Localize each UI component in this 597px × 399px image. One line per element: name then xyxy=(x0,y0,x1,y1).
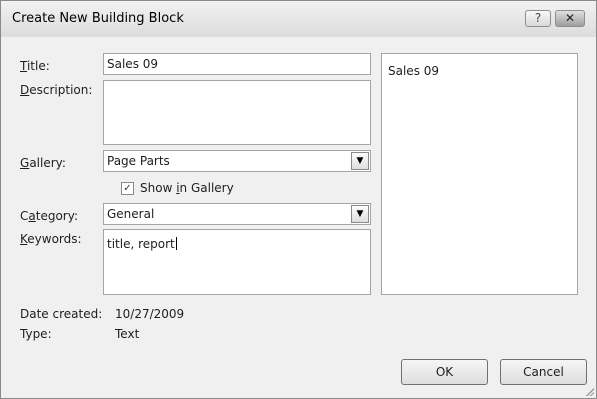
ok-button[interactable]: OK xyxy=(401,359,488,385)
preview-text: Sales 09 xyxy=(388,64,440,78)
cancel-button[interactable]: Cancel xyxy=(500,359,587,385)
chevron-down-icon[interactable]: ▼ xyxy=(351,205,369,223)
close-icon: ✕ xyxy=(564,11,576,25)
keywords-input-value: title, report xyxy=(107,237,177,251)
category-selected-value: General xyxy=(107,207,155,221)
date-created-label: Date created: xyxy=(20,307,103,321)
category-label: Category: xyxy=(20,209,79,223)
text-cursor xyxy=(175,237,177,250)
title-input[interactable]: Sales 09 xyxy=(103,53,371,75)
keywords-input[interactable]: title, report xyxy=(103,229,371,295)
title-input-value: Sales 09 xyxy=(107,57,159,71)
date-created-value: 10/27/2009 xyxy=(115,307,185,321)
chevron-down-icon[interactable]: ▼ xyxy=(351,152,369,170)
show-in-gallery-label[interactable]: Show in Gallery xyxy=(140,181,234,195)
checkmark-icon: ✓ xyxy=(123,183,132,194)
dialog-title: Create New Building Block xyxy=(12,11,184,26)
gallery-selected-value: Page Parts xyxy=(107,154,170,168)
show-in-gallery-checkbox[interactable]: ✓ xyxy=(121,182,134,195)
type-value: Text xyxy=(115,327,140,341)
description-label: Description: xyxy=(20,83,93,97)
keywords-label: Keywords: xyxy=(20,232,82,246)
resize-grip[interactable] xyxy=(584,386,594,396)
create-building-block-dialog: Create New Building Block ? ✕ Title: Sal… xyxy=(0,0,597,399)
type-label: Type: xyxy=(20,327,52,341)
preview-pane: Sales 09 xyxy=(381,53,578,295)
dialog-body: Title: Sales 09 Description: Gallery: Pa… xyxy=(9,39,588,390)
category-dropdown[interactable]: General ▼ xyxy=(103,203,371,225)
title-label: Title: xyxy=(20,59,50,73)
gallery-label: Gallery: xyxy=(20,156,66,170)
close-button[interactable]: ✕ xyxy=(555,10,585,27)
description-input[interactable] xyxy=(103,80,371,145)
help-button[interactable]: ? xyxy=(525,10,551,27)
gallery-dropdown[interactable]: Page Parts ▼ xyxy=(103,150,371,172)
help-icon: ? xyxy=(534,11,542,25)
title-bar[interactable]: Create New Building Block ? ✕ xyxy=(1,1,596,37)
